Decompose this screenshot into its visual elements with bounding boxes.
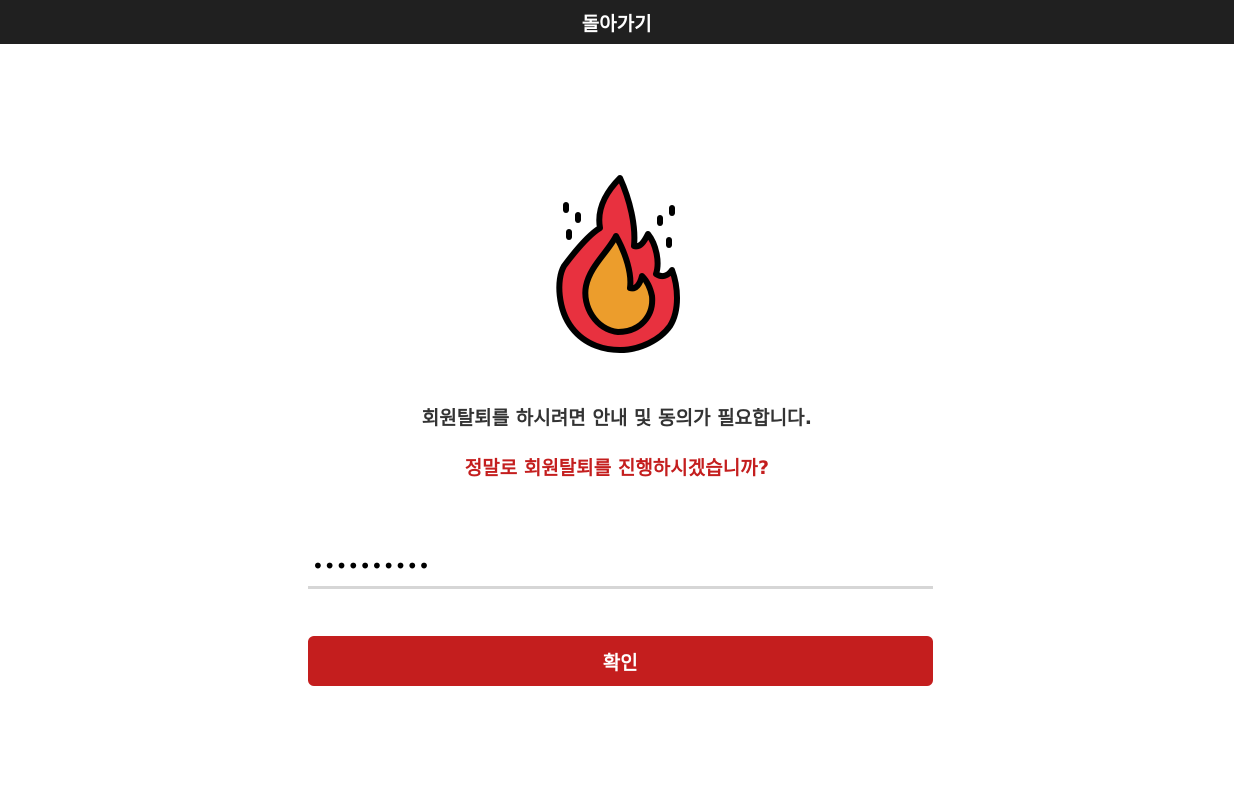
back-link[interactable]: 돌아가기 bbox=[582, 9, 652, 36]
withdrawal-question: 정말로 회원탈퇴를 진행하시겠습니까? bbox=[465, 457, 769, 479]
confirm-button[interactable]: 확인 bbox=[308, 636, 933, 686]
top-bar: 돌아가기 bbox=[0, 0, 1234, 44]
withdrawal-notice: 회원탈퇴를 하시려면 안내 및 동의가 필요합니다. bbox=[422, 407, 812, 429]
fire-icon bbox=[556, 175, 680, 353]
password-input[interactable] bbox=[308, 545, 933, 589]
